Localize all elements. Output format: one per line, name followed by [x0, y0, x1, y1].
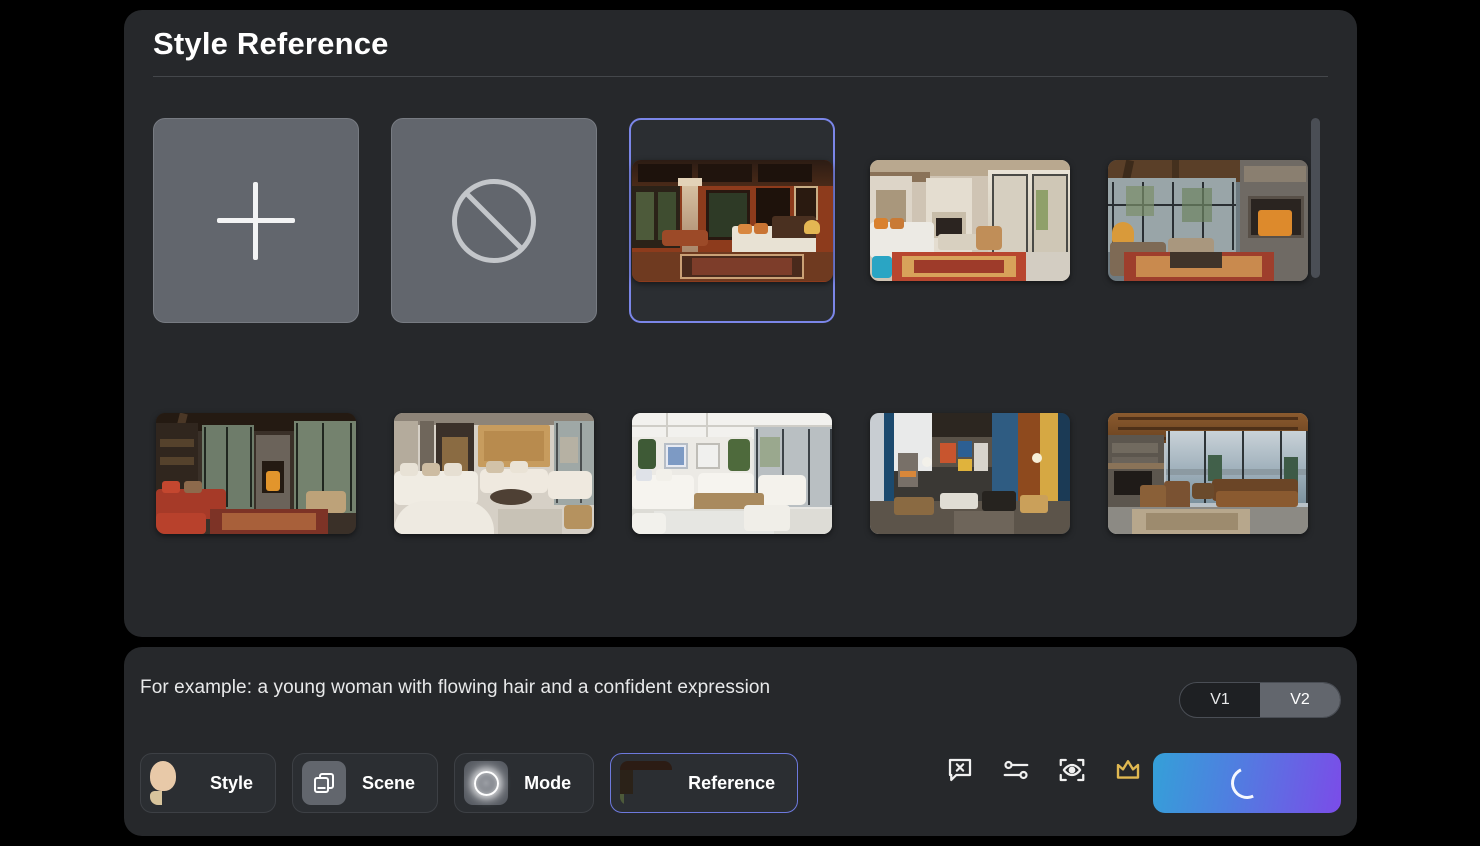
thumbnail-classic-white: [632, 412, 832, 534]
portrait-thumbnail-icon: [150, 761, 194, 805]
tool-button-scene[interactable]: Scene: [292, 753, 439, 813]
thumbnail-timber-lodge: [1108, 160, 1308, 281]
speech-bubble-x-icon[interactable]: [945, 755, 975, 785]
tile-ref-timber-lodge[interactable]: [1105, 118, 1311, 323]
thumbnail-orange-bedroom: [631, 159, 833, 282]
tool-button-reference[interactable]: Reference: [610, 753, 799, 813]
action-icons: [945, 755, 1143, 785]
crown-icon[interactable]: [1113, 755, 1143, 785]
thumbnail-minimal-cream: [394, 412, 594, 534]
thumbnail-southwest-living: [870, 160, 1070, 281]
reference-row-2: [153, 408, 1333, 538]
title-divider: [153, 76, 1328, 77]
no-entry-icon: [452, 178, 536, 263]
app-root: Style Reference For example: a young wom…: [0, 0, 1480, 846]
thumbnail-rustic-red: [156, 412, 356, 534]
thumbnail-bauhaus-interior: [870, 412, 1070, 534]
tile-ref-classic-white[interactable]: [629, 408, 835, 538]
tile-ref-mountain-view[interactable]: [1105, 408, 1311, 538]
tile-ref-bauhaus[interactable]: [867, 408, 1073, 538]
eye-scan-icon[interactable]: [1057, 755, 1087, 785]
thumbnail-mountain-view: [1108, 412, 1308, 534]
tool-label-reference: Reference: [688, 772, 776, 793]
tile-ref-rustic-red[interactable]: [153, 408, 359, 538]
spinner-icon: [1226, 762, 1268, 804]
version-option-v2[interactable]: V2: [1260, 683, 1340, 717]
layers-icon: [302, 761, 347, 805]
tile-ref-minimal-cream[interactable]: [391, 408, 597, 538]
tool-label-scene: Scene: [362, 772, 416, 793]
style-reference-panel: Style Reference: [124, 10, 1357, 637]
room-thumbnail-icon: [620, 761, 673, 805]
tile-add-reference[interactable]: [153, 118, 359, 323]
tile-no-reference[interactable]: [391, 118, 597, 323]
tile-ref-southwest-living[interactable]: [867, 118, 1073, 323]
page-title: Style Reference: [153, 26, 389, 61]
version-toggle[interactable]: V1 V2: [1179, 682, 1341, 718]
tile-ref-orange-bedroom[interactable]: [629, 118, 835, 323]
tool-button-style[interactable]: Style: [140, 753, 277, 813]
tool-label-style: Style: [210, 772, 254, 793]
mode-toolbar: Style Scene Mode Reference: [140, 753, 799, 813]
glow-ring-icon: [464, 761, 509, 805]
reference-row-1: [153, 118, 1333, 328]
prompt-input[interactable]: For example: a young woman with flowing …: [140, 677, 770, 699]
reference-grid: [153, 110, 1333, 610]
version-option-v1[interactable]: V1: [1180, 683, 1260, 717]
generate-button[interactable]: [1153, 753, 1341, 813]
tool-label-mode: Mode: [524, 772, 572, 793]
sliders-icon[interactable]: [1001, 755, 1031, 785]
plus-icon: [217, 181, 295, 260]
prompt-panel: For example: a young woman with flowing …: [124, 647, 1357, 836]
tool-button-mode[interactable]: Mode: [454, 753, 595, 813]
vertical-scrollbar[interactable]: [1311, 118, 1320, 278]
